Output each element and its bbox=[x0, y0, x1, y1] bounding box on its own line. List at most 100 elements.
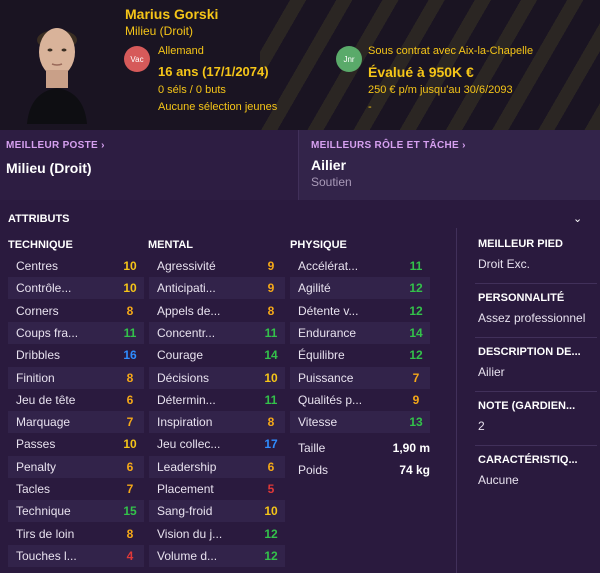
attribute-label: Placement bbox=[157, 482, 214, 496]
technical-attribute-row[interactable]: Marquage 7 bbox=[8, 411, 144, 434]
mental-attribute-row[interactable]: Concentr... 11 bbox=[149, 321, 285, 344]
player-header: Marius Gorski Milieu (Droit) Vac Alleman… bbox=[0, 0, 600, 130]
physical-attribute-row[interactable]: Puissance 7 bbox=[290, 366, 430, 389]
physical-attribute-row[interactable]: Endurance 14 bbox=[290, 321, 430, 344]
player-contract[interactable]: Sous contrat avec Aix-la-Chapelle bbox=[368, 45, 533, 57]
attribute-value: 10 bbox=[264, 370, 278, 385]
physical-attribute-row[interactable]: Détente v... 12 bbox=[290, 300, 430, 322]
technical-attribute-row[interactable]: Technique 15 bbox=[8, 500, 144, 523]
best-position-title: MEILLEUR POSTE bbox=[6, 140, 98, 151]
technical-attribute-row[interactable]: Passes 10 bbox=[8, 433, 144, 455]
attribute-label: Anticipati... bbox=[157, 281, 216, 296]
mental-attribute-row[interactable]: Volume d... 12 bbox=[149, 544, 285, 567]
attribute-label: Détermin... bbox=[157, 392, 216, 407]
chevron-down-icon[interactable]: ⌄ bbox=[573, 212, 582, 225]
attribute-label: Puissance bbox=[298, 370, 354, 385]
attribute-value: 6 bbox=[126, 392, 134, 407]
technical-attribute-row[interactable]: Jeu de tête 6 bbox=[8, 389, 144, 411]
attribute-value: 12 bbox=[409, 348, 423, 363]
physical-attribute-row[interactable]: Équilibre 12 bbox=[290, 344, 430, 366]
mental-attribute-row[interactable]: Sang-froid 10 bbox=[149, 500, 285, 523]
technical-attribute-row[interactable]: Touches l... 4 bbox=[8, 544, 144, 567]
attribute-label: Sang-froid bbox=[157, 504, 213, 519]
player-position: Milieu (Droit) bbox=[125, 24, 194, 38]
attribute-value: 5 bbox=[267, 482, 275, 496]
attribute-value: 7 bbox=[126, 415, 134, 430]
mental-attribute-row[interactable]: Anticipati... 9 bbox=[149, 277, 285, 300]
attribute-label: Finition bbox=[16, 370, 55, 385]
chevron-right-icon: › bbox=[101, 140, 105, 151]
attribute-label: Concentr... bbox=[157, 325, 216, 340]
attribute-label: Coups fra... bbox=[16, 325, 79, 340]
divider bbox=[475, 445, 597, 446]
technical-attribute-row[interactable]: Tirs de loin 8 bbox=[8, 523, 144, 545]
mental-attribute-row[interactable]: Courage 14 bbox=[149, 344, 285, 366]
mental-attribute-row[interactable]: Vision du j... 12 bbox=[149, 523, 285, 545]
attribute-label: Tirs de loin bbox=[16, 526, 75, 541]
divider bbox=[475, 391, 597, 392]
attributes-panel: ATTRIBUTS ⌄ TECHNIQUE MENTAL PHYSIQUE Ce… bbox=[0, 203, 600, 573]
attribute-value: 12 bbox=[409, 281, 423, 296]
technical-attribute-row[interactable]: Tacles 7 bbox=[8, 478, 144, 500]
traits-value: Aucune bbox=[478, 473, 519, 487]
attribute-value: 9 bbox=[412, 392, 420, 407]
attribute-value: 12 bbox=[409, 303, 423, 318]
attribute-value: 1,90 m bbox=[392, 441, 430, 455]
mental-attribute-row[interactable]: Inspiration 8 bbox=[149, 411, 285, 434]
mental-attribute-row[interactable]: Placement 5 bbox=[149, 478, 285, 500]
description-item: DESCRIPTION DE... Ailier bbox=[478, 346, 581, 379]
physical-attribute-row[interactable]: Vitesse 13 bbox=[290, 411, 430, 434]
technical-attribute-row[interactable]: Dribbles 16 bbox=[8, 344, 144, 366]
traits-item: CARACTÉRISTIQ... Aucune bbox=[478, 454, 578, 487]
attribute-value: 8 bbox=[126, 526, 134, 541]
attribute-value: 17 bbox=[264, 437, 278, 452]
attribute-value: 11 bbox=[264, 325, 278, 340]
player-nationality[interactable]: Allemand bbox=[158, 45, 204, 57]
technical-attribute-row[interactable]: Coups fra... 11 bbox=[8, 321, 144, 344]
chevron-right-icon: › bbox=[462, 140, 466, 151]
technical-attribute-row[interactable]: Centres 10 bbox=[8, 255, 144, 277]
attribute-value: 4 bbox=[126, 548, 134, 563]
physical-attribute-row[interactable]: Accélérat... 11 bbox=[290, 255, 430, 277]
mental-attribute-row[interactable]: Appels de... 8 bbox=[149, 300, 285, 322]
mental-attribute-row[interactable]: Agressivité 9 bbox=[149, 255, 285, 277]
attribute-label: Agressivité bbox=[157, 259, 216, 273]
mental-attribute-row[interactable]: Décisions 10 bbox=[149, 366, 285, 389]
technical-attribute-row[interactable]: Contrôle... 10 bbox=[8, 277, 144, 300]
attribute-value: 11 bbox=[409, 259, 423, 273]
mental-attribute-row[interactable]: Leadership 6 bbox=[149, 455, 285, 478]
player-value: Évalué à 950K € bbox=[368, 64, 474, 80]
best-position-link[interactable]: MEILLEUR POSTE › bbox=[6, 140, 105, 151]
attribute-label: Contrôle... bbox=[16, 281, 72, 296]
attribute-value: 16 bbox=[123, 348, 137, 363]
mental-header: MENTAL bbox=[148, 239, 194, 251]
player-avatar[interactable] bbox=[22, 6, 92, 124]
description-value: Ailier bbox=[478, 365, 505, 379]
technical-attribute-row[interactable]: Penalty 6 bbox=[8, 455, 144, 478]
mental-attribute-row[interactable]: Jeu collec... 17 bbox=[149, 433, 285, 455]
technical-attribute-row[interactable]: Corners 8 bbox=[8, 300, 144, 322]
best-role-link[interactable]: MEILLEURS RÔLE ET TÂCHE › bbox=[311, 140, 466, 151]
physical-attribute-row[interactable]: Agilité 12 bbox=[290, 277, 430, 300]
attribute-label: Décisions bbox=[157, 370, 210, 385]
physical-extra-row: Poids 74 kg bbox=[290, 459, 430, 481]
note-value: 2 bbox=[478, 419, 485, 433]
technical-attribute-row[interactable]: Finition 8 bbox=[8, 366, 144, 389]
attribute-label: Centres bbox=[16, 259, 59, 273]
mental-attribute-row[interactable]: Détermin... 11 bbox=[149, 389, 285, 411]
attribute-value: 12 bbox=[264, 526, 278, 541]
attribute-label: Agilité bbox=[298, 281, 331, 296]
best-role-title: MEILLEURS RÔLE ET TÂCHE bbox=[311, 140, 460, 151]
note-label: NOTE (GARDIEN... bbox=[478, 400, 576, 412]
personality-value: Assez professionnel bbox=[478, 311, 586, 325]
attribute-value: 9 bbox=[267, 281, 275, 296]
attribute-value: 8 bbox=[267, 415, 275, 430]
player-name: Marius Gorski bbox=[125, 6, 219, 22]
physical-attribute-row[interactable]: Qualités p... 9 bbox=[290, 389, 430, 411]
attribute-label: Penalty bbox=[16, 459, 57, 474]
attribute-label: Leadership bbox=[157, 459, 217, 474]
personality-label: PERSONNALITÉ bbox=[478, 292, 565, 304]
best-position-row: MEILLEUR POSTE › Milieu (Droit) MEILLEUR… bbox=[0, 130, 600, 200]
best-role-panel: MEILLEURS RÔLE ET TÂCHE › Ailier Soutien bbox=[298, 130, 600, 200]
attribute-value: 8 bbox=[267, 303, 275, 318]
